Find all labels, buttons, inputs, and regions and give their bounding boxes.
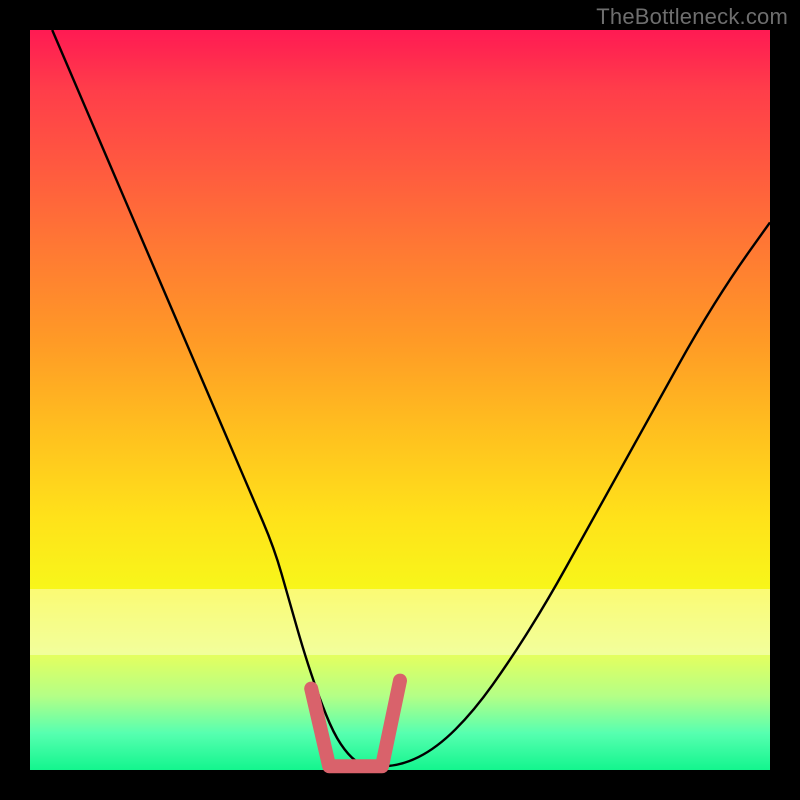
minimum-marker bbox=[311, 681, 400, 767]
watermark-text: TheBottleneck.com bbox=[596, 4, 788, 30]
bottleneck-curve bbox=[52, 30, 770, 766]
bottleneck-curve-svg bbox=[30, 30, 770, 770]
chart-frame: TheBottleneck.com bbox=[0, 0, 800, 800]
plot-area bbox=[30, 30, 770, 770]
